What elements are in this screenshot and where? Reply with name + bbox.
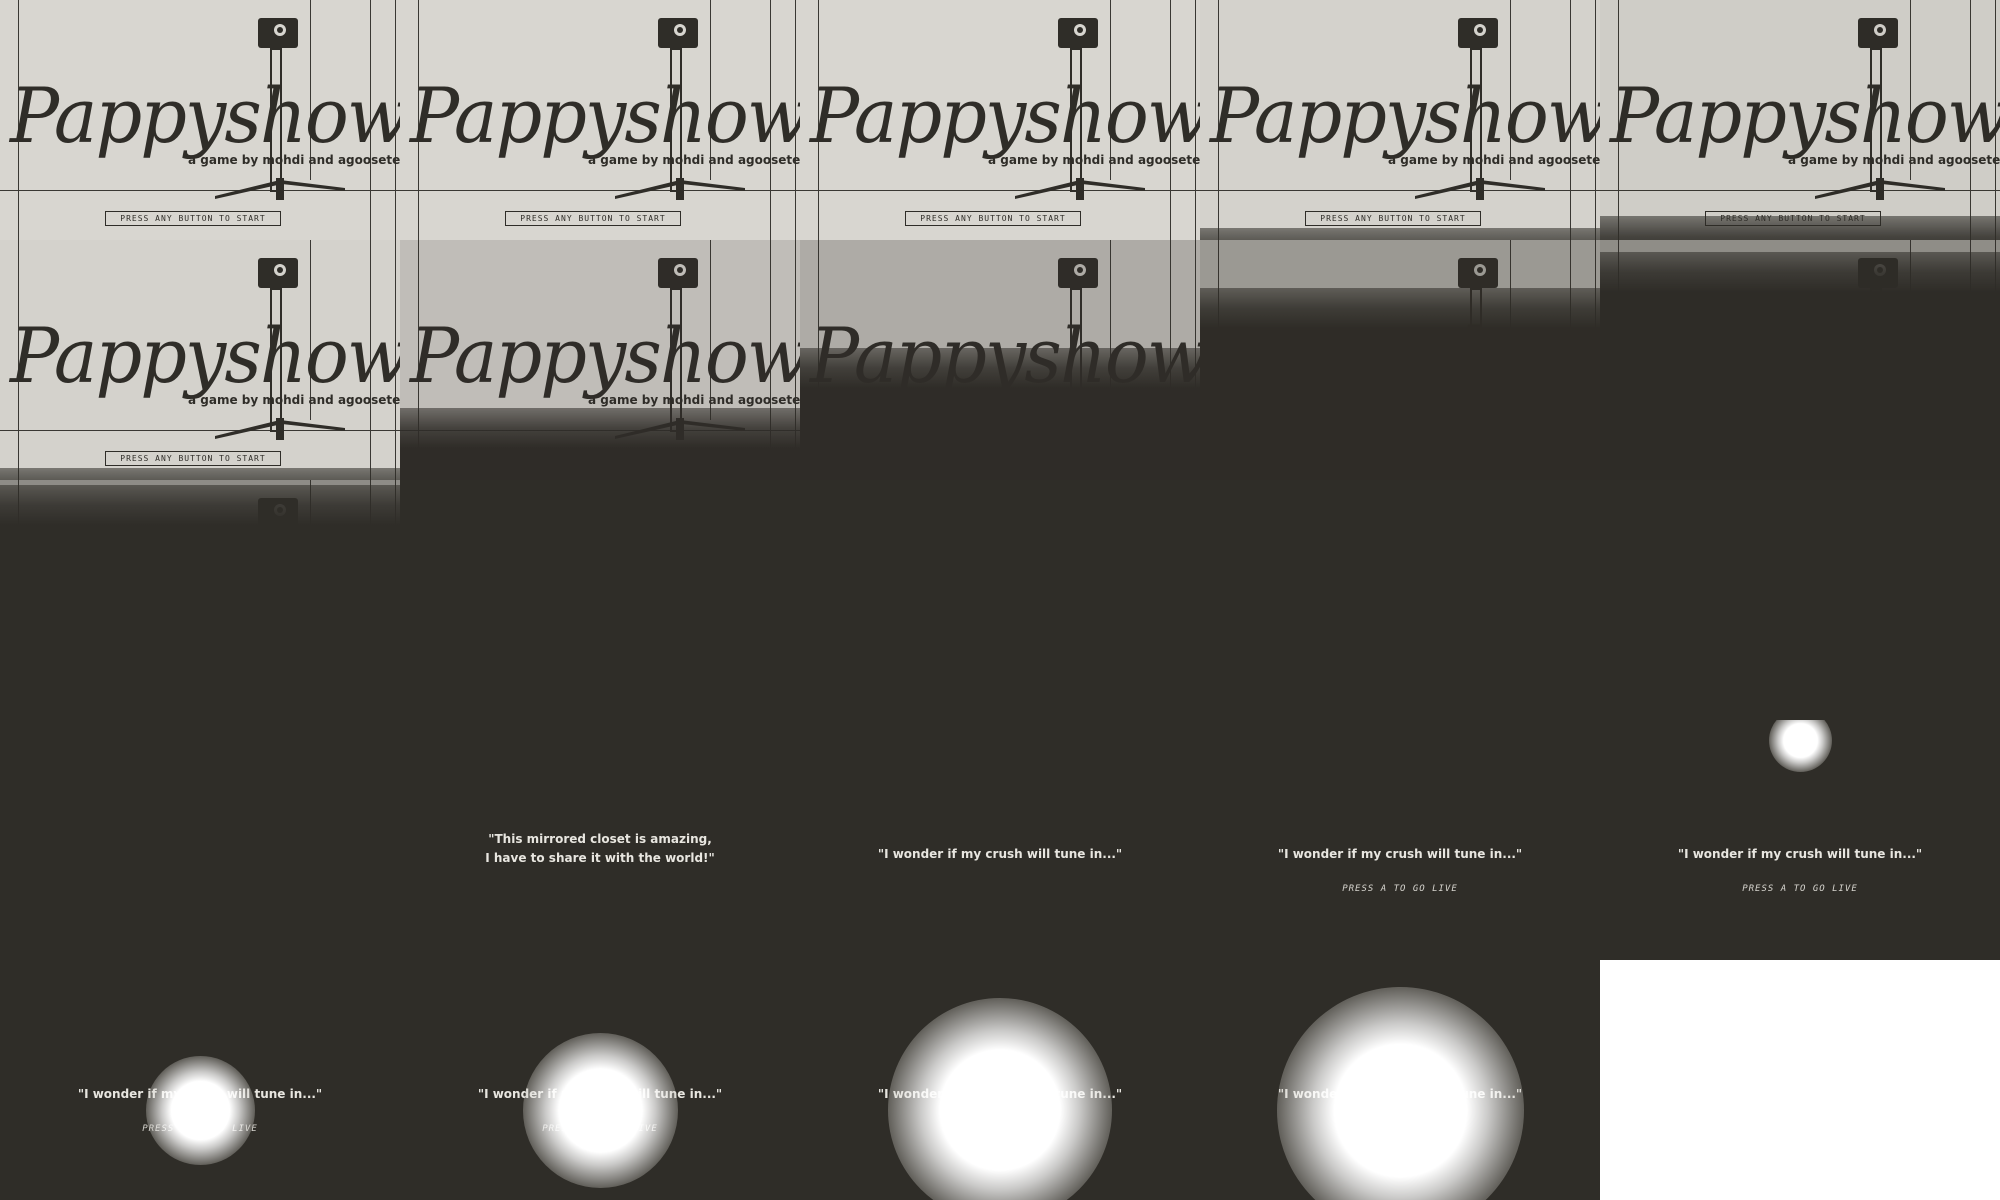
- go-live-prompt[interactable]: PRESS A TO GO LIVE: [1200, 884, 1600, 894]
- phone-camera-icon: [658, 18, 698, 48]
- game-frame: "I wonder if my crush will tune in..." PR…: [1600, 720, 2000, 960]
- game-frame: Pappyshowa game by mohdi and agooseteenP…: [0, 480, 400, 720]
- game-frame: Pappyshowa game by mohdi and agooseteen P…: [400, 0, 800, 240]
- game-frame: Pappyshowa game by mohdi and agooseteenP…: [1200, 0, 1600, 240]
- fade-dim: [1200, 240, 1600, 480]
- go-live-prompt[interactable]: PRESS A TO GO LIVE: [1600, 884, 2000, 894]
- game-frame: [800, 480, 1200, 720]
- dialogue-line: "I wonder if my crush will tune in...": [1677, 847, 1923, 861]
- tripod-icon: [1015, 178, 1145, 200]
- game-frame: [400, 480, 800, 720]
- dialogue-line: "I wonder if my crush will tune in...": [877, 847, 1123, 861]
- game-frame: Pappyshowa game by mohdi and agooseteenP…: [1600, 240, 2000, 480]
- tripod-icon: [615, 178, 745, 200]
- fade-dim: [800, 240, 1200, 480]
- dialogue-line: "I wonder if my crush will tune in...": [1277, 847, 1523, 861]
- game-frame: "I wonder if my crush will tune in..."PR…: [800, 960, 1200, 1200]
- press-start-prompt[interactable]: PRESS ANY BUTTON TO START: [905, 211, 1081, 226]
- tripod-icon: [215, 178, 345, 200]
- camera-flash-glow: [145, 1055, 255, 1165]
- game-frame: Pappyshowa game by mohdi and agooseteen P…: [0, 0, 400, 240]
- game-frame: [0, 720, 400, 960]
- game-frame: [1200, 480, 1600, 720]
- game-frame: "This mirrored closet is amazing, I have…: [400, 720, 800, 960]
- game-title-logo: Pappyshow: [410, 71, 800, 160]
- fade-dim: [0, 240, 400, 480]
- game-frame: "I wonder if my crush will tune in..."PR…: [400, 960, 800, 1200]
- camera-flash-glow: [888, 998, 1112, 1200]
- game-credit: a game by mohdi and agooseteen: [988, 153, 1200, 167]
- dialogue-line: "This mirrored closet is amazing, I have…: [485, 832, 715, 865]
- sprite-sheet: Pappyshow a game by mohdi and agooseteen P…: [0, 0, 2000, 1200]
- fade-dim: [400, 240, 800, 480]
- game-frame: [1600, 480, 2000, 720]
- camera-lens-center: [1077, 27, 1083, 33]
- phone-camera-icon: [1058, 18, 1098, 48]
- camera-lens-center: [677, 27, 683, 33]
- game-frame: "I wonder if my crush will tune in..."PR…: [0, 960, 400, 1200]
- game-frame: Pappyshowa game by mohdi and agooseteen P…: [800, 0, 1200, 240]
- fade-dim: [1600, 0, 2000, 240]
- game-frame: "I wonder if my crush will tune in..." PR…: [1200, 720, 1600, 960]
- camera-flash-glow: [1768, 720, 1832, 772]
- game-frame: Pappyshowa game by mohdi and agooseteenP…: [1200, 240, 1600, 480]
- camera-flash-glow: [1276, 986, 1524, 1200]
- game-title-logo: Pappyshow: [810, 71, 1200, 160]
- press-start-prompt[interactable]: PRESS ANY BUTTON TO START: [105, 211, 281, 226]
- camera-lens-center: [277, 27, 283, 33]
- game-credit: a game by mohdi and agooseteen: [188, 153, 400, 167]
- game-title-logo: Pappyshow: [10, 71, 400, 160]
- fade-dim: [1200, 0, 1600, 240]
- press-start-prompt[interactable]: PRESS ANY BUTTON TO START: [505, 211, 681, 226]
- camera-flash-glow: [522, 1032, 678, 1188]
- game-credit: a game by mohdi and agooseteen: [588, 153, 800, 167]
- game-frame: Pappyshowa game by mohdi and agooseteenP…: [1600, 0, 2000, 240]
- game-frame: "I wonder if my crush will tune in..."PR…: [1200, 960, 1600, 1200]
- game-frame: "I wonder if my crush will tune in...": [800, 720, 1200, 960]
- game-frame: Pappyshowa game by mohdi and agooseteenP…: [0, 240, 400, 480]
- game-frame: Pappyshowa game by mohdi and agooseteenP…: [800, 240, 1200, 480]
- fade-dim: [1600, 240, 2000, 480]
- fade-dim: [0, 480, 400, 720]
- phone-camera-icon: [258, 18, 298, 48]
- game-frame: Pappyshowa game by mohdi and agooseteenP…: [400, 240, 800, 480]
- game-frame: [1600, 960, 2000, 1200]
